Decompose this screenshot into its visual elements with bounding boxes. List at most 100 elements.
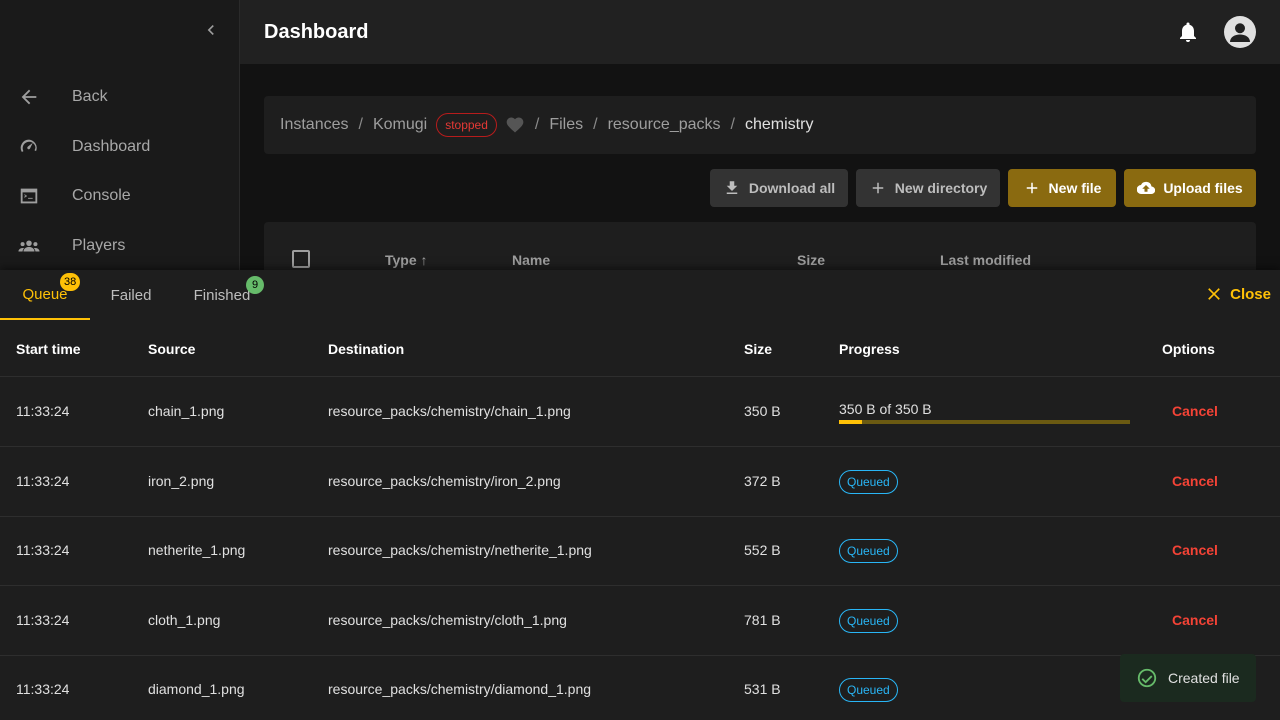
- breadcrumb-current: chemistry: [744, 116, 814, 133]
- breadcrumb-separator: /: [358, 116, 363, 133]
- status-badge: stopped: [436, 113, 497, 137]
- destination: resource_packs/chemistry/chain_1.png: [328, 403, 571, 419]
- table-row: 11:33:24 cloth_1.png resource_packs/chem…: [0, 586, 1280, 656]
- column-last-modified[interactable]: Last modified: [940, 252, 1031, 268]
- size: 781 B: [744, 612, 781, 628]
- table-row: 11:33:24 iron_2.png resource_packs/chemi…: [0, 447, 1280, 517]
- upload-files-button[interactable]: Upload files: [1124, 169, 1256, 207]
- plus-icon: [1026, 182, 1037, 194]
- cancel-button[interactable]: Cancel: [1172, 473, 1218, 489]
- breadcrumb: Instances / Komugi stopped / Files / res…: [264, 96, 1256, 154]
- destination: resource_packs/chemistry/netherite_1.png: [328, 542, 592, 558]
- download-all-button[interactable]: Download all: [710, 169, 848, 207]
- upload-files-label: Upload files: [1163, 180, 1243, 196]
- start-time: 11:33:24: [16, 542, 70, 558]
- sidebar-item-label: Dashboard: [72, 138, 151, 155]
- check-circle-icon: [1137, 668, 1157, 688]
- cloud-upload-icon: [1137, 181, 1156, 195]
- toast-message: Created file: [1168, 670, 1240, 686]
- cancel-button[interactable]: Cancel: [1172, 542, 1218, 558]
- progress-text: 350 B of 350 B: [839, 401, 932, 417]
- app-header: Dashboard: [240, 0, 1280, 64]
- new-file-label: New file: [1048, 180, 1102, 196]
- close-label: Close: [1230, 285, 1271, 303]
- sidebar-item-dashboard[interactable]: Dashboard: [0, 122, 240, 172]
- source: netherite_1.png: [148, 542, 246, 558]
- column-type[interactable]: Type ↑: [385, 252, 428, 268]
- breadcrumb-separator: /: [534, 116, 540, 133]
- sidebar-header: [0, 0, 239, 64]
- table-row: 11:33:24 diamond_1.png resource_packs/ch…: [0, 655, 1280, 720]
- column-name[interactable]: Name: [512, 252, 550, 268]
- destination: resource_packs/chemistry/iron_2.png: [328, 473, 561, 489]
- source: iron_2.png: [148, 473, 215, 489]
- sidebar-item-players[interactable]: Players: [0, 221, 240, 271]
- size: 372 B: [744, 473, 781, 489]
- uploads-panel: Queue 38 Failed Finished 9 Close Start t…: [0, 270, 1280, 720]
- heart-icon[interactable]: [505, 115, 525, 135]
- queued-badge: Queued: [839, 470, 898, 494]
- sidebar-item-label: Players: [72, 237, 126, 254]
- source: chain_1.png: [148, 403, 225, 419]
- progress-bar-fill: [839, 420, 863, 424]
- sidebar-item-console[interactable]: Console: [0, 171, 240, 221]
- start-time: 11:33:24: [16, 473, 70, 489]
- download-icon: [726, 181, 738, 194]
- new-directory-button[interactable]: New directory: [856, 169, 1000, 207]
- breadcrumb-files[interactable]: Files: [549, 116, 583, 134]
- column-size: Size: [744, 341, 773, 357]
- avatar[interactable]: [1224, 16, 1256, 48]
- uploads-tabs: Queue 38 Failed Finished 9 Close: [0, 270, 1280, 320]
- tab-label: Queue: [22, 285, 68, 303]
- breadcrumb-instances[interactable]: Instances: [280, 116, 348, 134]
- breadcrumb-folder[interactable]: resource_packs: [608, 116, 721, 134]
- progress-bar: [839, 420, 1130, 424]
- tab-failed[interactable]: Failed: [90, 270, 172, 320]
- page-title: Dashboard: [264, 20, 369, 43]
- cancel-button[interactable]: Cancel: [1172, 403, 1218, 419]
- column-type-label: Type: [385, 252, 417, 268]
- download-all-label: Download all: [748, 180, 836, 196]
- size: 350 B: [744, 403, 781, 419]
- breadcrumb-instance[interactable]: Komugi: [373, 116, 427, 134]
- column-size[interactable]: Size: [797, 252, 825, 268]
- sort-up-icon: ↑: [420, 252, 428, 268]
- bell-icon[interactable]: [1176, 20, 1200, 44]
- column-options: Options: [1162, 341, 1215, 357]
- table-row: 11:33:24 netherite_1.png resource_packs/…: [0, 516, 1280, 586]
- size: 531 B: [744, 681, 781, 697]
- new-directory-label: New directory: [894, 180, 988, 196]
- column-source: Source: [148, 341, 196, 357]
- speedometer-icon: [0, 136, 72, 158]
- select-all-checkbox[interactable]: [292, 250, 310, 268]
- account-icon: [1230, 23, 1250, 42]
- source: diamond_1.png: [148, 681, 245, 697]
- sidebar-item-label: Console: [72, 187, 131, 204]
- breadcrumb-separator: /: [730, 116, 735, 133]
- tab-label: Finished: [193, 286, 251, 304]
- close-icon: [1208, 288, 1220, 300]
- arrow-left-icon: [0, 86, 72, 108]
- toast-notification: Created file: [1120, 654, 1256, 702]
- table-row: 11:33:24 chain_1.png resource_packs/chem…: [0, 377, 1280, 447]
- console-icon: [0, 185, 72, 207]
- new-file-button[interactable]: New file: [1008, 169, 1116, 207]
- uploads-table-header: Start time Source Destination Size Progr…: [0, 327, 1280, 377]
- players-icon: [0, 235, 72, 257]
- collapse-sidebar-icon[interactable]: [201, 20, 221, 45]
- tab-finished[interactable]: Finished 9: [172, 270, 272, 320]
- sidebar-item-back[interactable]: Back: [0, 72, 240, 122]
- queued-badge: Queued: [839, 678, 898, 702]
- column-start-time: Start time: [16, 341, 81, 357]
- source: cloth_1.png: [148, 612, 221, 628]
- breadcrumb-separator: /: [593, 116, 598, 133]
- start-time: 11:33:24: [16, 612, 70, 628]
- tab-queue[interactable]: Queue 38: [0, 270, 90, 320]
- close-button[interactable]: Close: [1204, 284, 1271, 304]
- tab-label: Failed: [110, 286, 152, 304]
- destination: resource_packs/chemistry/diamond_1.png: [328, 681, 592, 697]
- cancel-button[interactable]: Cancel: [1172, 612, 1218, 628]
- queued-badge: Queued: [839, 539, 898, 563]
- destination: resource_packs/chemistry/cloth_1.png: [328, 612, 567, 628]
- column-progress: Progress: [839, 341, 900, 357]
